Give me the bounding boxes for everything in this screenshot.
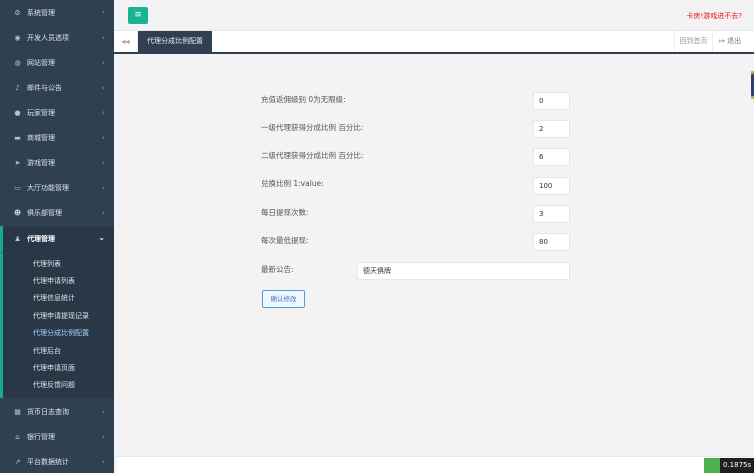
- field-label: 二级代理获得分成比例 百分比:: [261, 151, 364, 160]
- field-label: 最新公告:: [261, 265, 294, 274]
- globe-icon: ◍: [14, 59, 21, 67]
- logout-label: 退出: [727, 37, 742, 45]
- send-icon: ➤: [14, 159, 21, 167]
- field-label: 一级代理获得分成比例 百分比:: [261, 123, 364, 132]
- daily-withdraw-count-input[interactable]: 3: [533, 205, 570, 223]
- submenu-item[interactable]: 代理列表: [3, 255, 114, 272]
- field-label: 每日提现次数:: [261, 208, 309, 217]
- min-withdraw-input[interactable]: 80: [533, 233, 570, 251]
- tab-bar: ◂◂ 代理分成比例配置 回到首页 ↦ 退出: [114, 31, 754, 99]
- sidebar-item-label: 银行管理: [27, 433, 55, 442]
- rebate-level-input[interactable]: 0: [533, 92, 570, 110]
- chevron-left-icon: ‹: [101, 457, 105, 467]
- chevron-left-icon: ‹: [101, 7, 105, 16]
- sidebar-item-shop[interactable]: ▬ 商城管理 ‹: [0, 126, 114, 151]
- submenu-item-current[interactable]: 代理分成比例配置: [3, 325, 114, 342]
- sidebar-item-label: 大厅功能管理: [27, 184, 69, 192]
- level1-ratio-input[interactable]: 2: [533, 120, 570, 138]
- bell-icon: ♪: [15, 84, 20, 92]
- user-icon: ●: [14, 109, 21, 117]
- sidebar-item-games[interactable]: ➤ 游戏管理 ‹: [0, 151, 114, 176]
- bank-icon: ⌂: [15, 433, 20, 442]
- submenu-item[interactable]: 代理申请列表: [3, 272, 114, 289]
- users-icon: ☻: [13, 209, 22, 217]
- field-label: 兑换比例 1:value:: [261, 179, 324, 188]
- sidebar-item-mail[interactable]: ♪ 邮件与公告 ‹: [0, 76, 114, 101]
- sidebar-item-stats[interactable]: ↗ 平台数据统计 ‹: [0, 450, 114, 473]
- calendar-icon: ▦: [14, 408, 21, 417]
- sign-out-icon: ↦: [719, 37, 725, 45]
- sidebar-item-label: 游戏管理: [27, 159, 55, 167]
- submenu-item[interactable]: 代理申请提现记录: [3, 307, 114, 324]
- sidebar-item-label: 网站管理: [27, 59, 55, 67]
- gamepad-icon: ◉: [14, 34, 21, 42]
- notice-input[interactable]: 德天俱牌: [357, 262, 570, 280]
- timer-value: 0.1875s: [723, 461, 752, 469]
- sidebar-item-currency-log[interactable]: ▦ 货币日志查询 ‹: [0, 400, 114, 425]
- sidebar-item-label: 货币日志查询: [27, 408, 69, 417]
- logout-button[interactable]: ↦ 退出: [712, 31, 754, 52]
- sidebar-item-label: 平台数据统计: [27, 458, 69, 467]
- tab-scroll-left-button[interactable]: ◂◂: [114, 31, 138, 52]
- confirm-button[interactable]: 确认修改: [262, 290, 305, 308]
- chevron-left-icon: ‹: [101, 407, 105, 417]
- sidebar: ⚙ 系统管理 ‹ ◉ 开发人员选项 ‹ ◍ 网站管理 ‹ ♪ 邮件与公告 ‹ ●…: [0, 0, 114, 473]
- game-issue-link[interactable]: 卡房!游戏进不去?: [686, 11, 742, 21]
- chevron-left-icon: ‹: [101, 158, 105, 167]
- render-timer: 0.1875s: [704, 458, 754, 473]
- line-chart-icon: ↗: [14, 458, 21, 467]
- chevron-left-icon: ‹: [101, 133, 105, 142]
- sidebar-item-label: 系统管理: [27, 8, 55, 17]
- sidebar-item-label: 俱乐部管理: [27, 209, 62, 217]
- menu-toggle-button[interactable]: ≡: [128, 7, 148, 24]
- footer: [117, 456, 754, 473]
- chevron-left-icon: ‹: [101, 33, 105, 42]
- chevron-left-icon: ‹: [101, 108, 105, 117]
- tab-agent-ratio-config[interactable]: 代理分成比例配置: [138, 31, 212, 52]
- submenu-item[interactable]: 代理信息统计: [3, 290, 114, 307]
- cart-icon: ▬: [14, 134, 21, 142]
- sidebar-item-club[interactable]: ☻ 俱乐部管理 ‹: [0, 201, 114, 226]
- back-home-button[interactable]: 回到首页: [674, 31, 712, 52]
- sidebar-item-label: 商城管理: [27, 134, 55, 142]
- sidebar-item-bank[interactable]: ⌂ 银行管理 ‹: [0, 425, 114, 450]
- user-secret-icon: ♟: [14, 235, 21, 243]
- bars-icon: ≡: [134, 10, 142, 20]
- sidebar-item-label: 玩家管理: [27, 109, 55, 117]
- submenu-item[interactable]: 代理后台: [3, 342, 114, 359]
- agent-submenu: 代理列表 代理申请列表 代理信息统计 代理申请提现记录 代理分成比例配置 代理后…: [0, 253, 114, 399]
- chevron-left-icon: ‹: [101, 58, 105, 67]
- exchange-ratio-input[interactable]: 100: [533, 177, 570, 195]
- level2-ratio-input[interactable]: 6: [533, 148, 570, 166]
- chevron-down-icon: ⌄: [98, 233, 105, 242]
- timer-logo-icon: [704, 458, 720, 473]
- sidebar-item-label: 代理管理: [27, 235, 55, 243]
- gears-icon: ⚙: [14, 8, 21, 17]
- chevron-left-icon: ‹: [101, 83, 105, 92]
- submenu-item[interactable]: 代理申请页面: [3, 359, 114, 376]
- chevron-left-icon: ‹: [101, 183, 105, 192]
- sidebar-item-lobby[interactable]: ▭ 大厅功能管理 ‹: [0, 176, 114, 201]
- sidebar-item-agent[interactable]: ♟ 代理管理 ⌄: [0, 226, 114, 253]
- desktop-icon: ▭: [14, 184, 21, 192]
- main-content: 充值返佣级别 0为无限级: 0 一级代理获得分成比例 百分比: 2 二级代理获得…: [117, 56, 751, 456]
- submenu-item[interactable]: 代理反馈问题: [3, 377, 114, 394]
- chevron-left-icon: ‹: [101, 432, 105, 442]
- double-chevron-left-icon: ◂◂: [121, 37, 130, 46]
- sidebar-item-system[interactable]: ⚙ 系统管理 ‹: [0, 0, 114, 26]
- sidebar-item-label: 开发人员选项: [27, 34, 69, 42]
- top-navbar: ≡ 卡房!游戏进不去?: [114, 0, 754, 31]
- field-label: 每次最低提现:: [261, 236, 309, 245]
- field-label: 充值返佣级别 0为无限级:: [261, 95, 346, 104]
- chevron-left-icon: ‹: [101, 208, 105, 217]
- sidebar-item-label: 邮件与公告: [27, 84, 62, 92]
- sidebar-item-developer[interactable]: ◉ 开发人员选项 ‹: [0, 26, 114, 51]
- sidebar-item-players[interactable]: ● 玩家管理 ‹: [0, 101, 114, 126]
- sidebar-item-website[interactable]: ◍ 网站管理 ‹: [0, 51, 114, 76]
